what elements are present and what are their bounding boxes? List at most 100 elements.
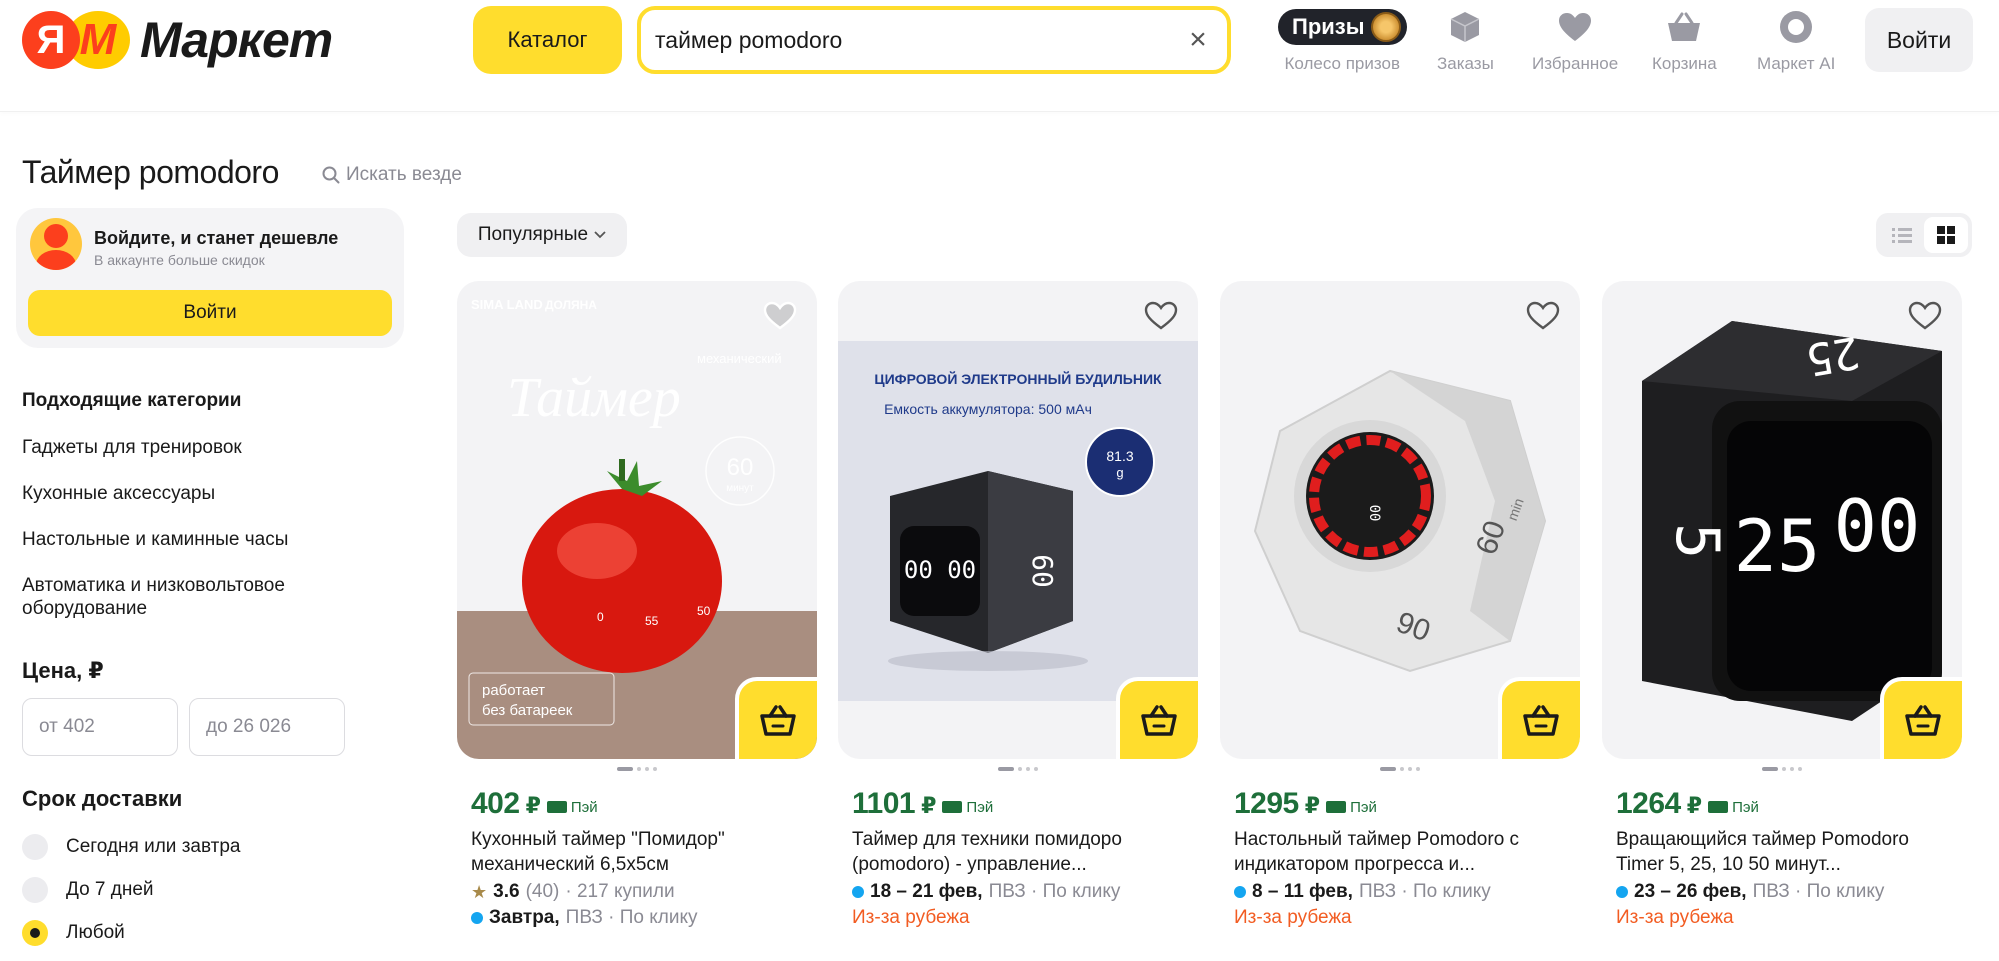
product-image[interactable]: SIMA LAND ДОЛЯНА механический Таймер 60 … — [457, 281, 817, 759]
delivery-method: ПВЗ · По клику — [988, 881, 1121, 902]
category-link[interactable]: Настольные и каминные часы — [22, 528, 342, 551]
delivery-dot-icon — [1234, 886, 1246, 898]
catalog-button[interactable]: Каталог — [473, 6, 622, 74]
grid-view-icon[interactable] — [1924, 217, 1968, 253]
delivery-option-today[interactable]: Сегодня или завтра — [22, 834, 240, 860]
product-price: 1101 ₽ Пэй — [852, 787, 1198, 821]
radio-button[interactable] — [22, 834, 48, 860]
category-link[interactable]: Гаджеты для тренировок — [22, 436, 342, 459]
product-name[interactable]: Настольный таймер Pomodoro с индикатором… — [1234, 827, 1566, 877]
price-filter-title: Цена, ₽ — [22, 658, 104, 683]
top-number: 25 — [1802, 326, 1863, 385]
market-ai-button[interactable]: Маркет AI — [1757, 8, 1835, 74]
add-to-cart-button[interactable] — [1880, 677, 1962, 759]
image-title: Таймер — [507, 367, 681, 429]
product-name[interactable]: Кухонный таймер "Помидор" механический 6… — [471, 827, 803, 877]
radio-button-selected[interactable] — [22, 920, 48, 946]
product-image[interactable]: 00 60 min 90 — [1220, 281, 1580, 759]
dial-label-0: 0 — [597, 610, 604, 624]
delivery-method: ПВЗ · По клику — [565, 907, 698, 928]
product-price: 1295 ₽ Пэй — [1234, 787, 1580, 821]
image-subline: Емкость аккумулятора: 500 мАч — [884, 401, 1092, 417]
product-image[interactable]: 25 00 5 25 — [1602, 281, 1962, 759]
price-to-input[interactable] — [189, 698, 345, 756]
sort-label: Популярные — [477, 224, 589, 245]
delivery-dot-icon — [852, 886, 864, 898]
price-value: 1264 — [1616, 787, 1681, 820]
add-to-cart-button[interactable] — [735, 677, 817, 759]
chevron-down-icon — [594, 231, 606, 239]
image-carousel-dots[interactable] — [1220, 767, 1580, 773]
product-card[interactable]: ЦИФРОВОЙ ЭЛЕКТРОННЫЙ БУДИЛЬНИК Емкость а… — [838, 281, 1198, 929]
prizes-pill-label: Призы — [1292, 14, 1365, 39]
product-name[interactable]: Таймер для техники помидоро (pomodoro) -… — [852, 827, 1184, 877]
add-to-cart-button[interactable] — [1116, 677, 1198, 759]
delivery-option-7-days[interactable]: До 7 дней — [22, 877, 154, 903]
product-delivery: Завтра, ПВЗ · По клику — [471, 907, 803, 929]
clear-search-icon[interactable]: × — [1183, 23, 1213, 57]
sort-dropdown[interactable]: Популярные — [457, 213, 627, 257]
delivery-method: ПВЗ · По клику — [1358, 881, 1491, 902]
note-line-2: без батареек — [482, 702, 573, 719]
categories-title: Подходящие категории — [22, 390, 242, 411]
cart-button[interactable]: Корзина — [1652, 8, 1717, 74]
favorites-button[interactable]: Избранное — [1532, 8, 1618, 74]
delivery-option-any[interactable]: Любой — [22, 920, 125, 946]
bought-count: · 217 купили — [565, 881, 675, 902]
radio-button[interactable] — [22, 877, 48, 903]
category-link[interactable]: Автоматика и низковольтовое оборудование — [22, 574, 342, 620]
list-view-icon[interactable] — [1880, 217, 1924, 253]
display-right: 00 — [1834, 484, 1921, 568]
card-icon — [1326, 801, 1347, 813]
dial-label-50: 50 — [697, 604, 711, 618]
display-left: 25 — [1734, 504, 1821, 588]
product-name[interactable]: Вращающийся таймер Pomodoro Timer 5, 25,… — [1616, 827, 1948, 877]
svg-text:00: 00 — [1366, 505, 1382, 522]
price-from-input[interactable] — [22, 698, 178, 756]
brand-dolyana: ДОЛЯНА — [545, 298, 597, 312]
origin-label: Из-за рубежа — [1616, 907, 1734, 928]
product-card[interactable]: 25 00 5 25 1264 ₽ Пэй Вращающийся таймер… — [1602, 281, 1962, 929]
delivery-dot-icon — [1616, 886, 1628, 898]
market-ai-label: Маркет AI — [1757, 54, 1836, 73]
search-icon — [322, 166, 340, 184]
add-to-favorites-icon[interactable] — [1142, 297, 1180, 335]
search-input[interactable] — [655, 26, 1183, 54]
product-delivery: 8 – 11 фев, ПВЗ · По клику — [1234, 881, 1566, 903]
brand-sima-land: SIMA LAND — [471, 297, 543, 312]
logo-ya-icon: Я — [22, 11, 80, 69]
product-price: 402 ₽ Пэй — [471, 787, 817, 821]
price-value: 1295 — [1234, 787, 1299, 820]
delivery-option-label: Любой — [66, 922, 125, 943]
image-carousel-dots[interactable] — [457, 767, 817, 773]
search-everywhere-link[interactable]: Искать везде — [322, 164, 462, 186]
pay-label: Пэй — [1732, 798, 1759, 816]
reviews-count[interactable]: (40) — [526, 881, 560, 903]
promo-login-button[interactable]: Войти — [28, 290, 392, 336]
product-image[interactable]: ЦИФРОВОЙ ЭЛЕКТРОННЫЙ БУДИЛЬНИК Емкость а… — [838, 281, 1198, 759]
orders-button[interactable]: Заказы — [1437, 8, 1494, 74]
add-to-favorites-icon[interactable] — [761, 297, 799, 335]
product-delivery: 23 – 26 фев, ПВЗ · По клику — [1616, 881, 1948, 903]
login-button[interactable]: Войти — [1865, 8, 1973, 72]
market-logo[interactable]: Я М Маркет — [22, 10, 333, 70]
product-card[interactable]: 00 60 min 90 1295 ₽ Пэй Настольный тайме… — [1220, 281, 1580, 929]
promo-title: Войдите, и станет дешевле — [94, 228, 339, 248]
category-link[interactable]: Кухонные аксессуары — [22, 482, 342, 505]
image-carousel-dots[interactable] — [838, 767, 1198, 773]
delivery-date: 18 – 21 фев, — [870, 881, 983, 902]
badge-unit: минут — [726, 483, 754, 494]
add-to-favorites-icon[interactable] — [1524, 297, 1562, 335]
add-to-favorites-icon[interactable] — [1906, 297, 1944, 335]
card-icon — [546, 801, 567, 813]
image-headline: ЦИФРОВОЙ ЭЛЕКТРОННЫЙ БУДИЛЬНИК — [874, 370, 1162, 387]
product-card[interactable]: SIMA LAND ДОЛЯНА механический Таймер 60 … — [457, 281, 817, 929]
badge-number: 60 — [727, 454, 754, 481]
weight-unit: g — [1116, 465, 1123, 480]
image-carousel-dots[interactable] — [1602, 767, 1962, 773]
note-line-1: работает — [482, 682, 545, 699]
prize-wheel-button[interactable]: Призы Колесо призов — [1278, 8, 1407, 74]
add-to-cart-button[interactable] — [1498, 677, 1580, 759]
search-everywhere-label: Искать везде — [346, 164, 462, 185]
delivery-option-label: Сегодня или завтра — [66, 836, 241, 857]
